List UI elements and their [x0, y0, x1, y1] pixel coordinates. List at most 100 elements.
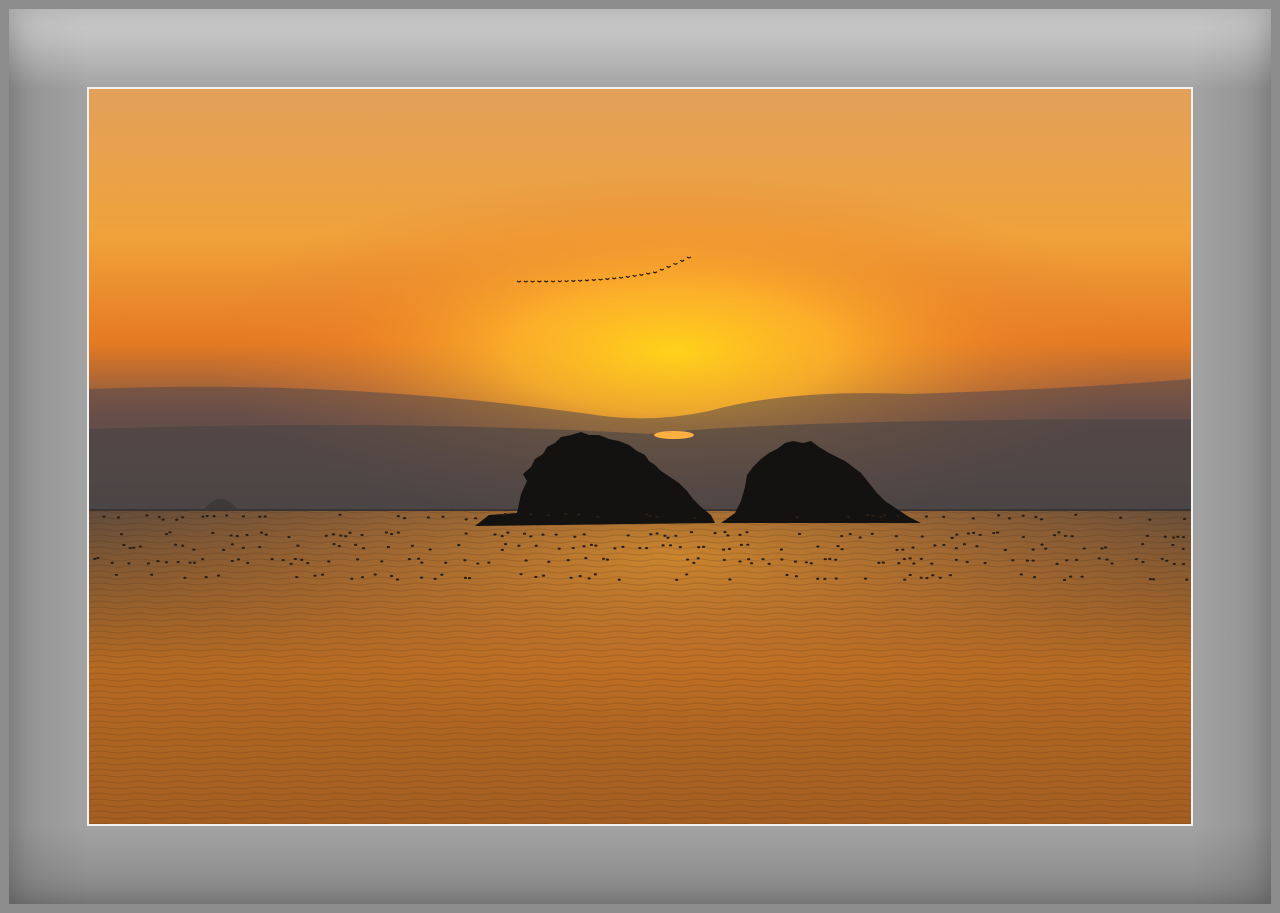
buoy	[566, 559, 570, 562]
buoy	[954, 547, 958, 550]
buoy	[840, 534, 844, 538]
buoy	[517, 544, 521, 547]
buoy	[546, 514, 551, 517]
buoy	[1082, 547, 1086, 550]
buoy	[1185, 578, 1189, 581]
buoy	[655, 515, 660, 518]
buoy	[577, 513, 581, 516]
buoy	[836, 544, 840, 548]
buoy	[793, 560, 798, 563]
buoy	[204, 576, 208, 579]
buoy	[828, 557, 832, 560]
buoy	[674, 534, 678, 537]
buoy	[582, 545, 586, 548]
buoy	[689, 530, 694, 534]
buoy	[722, 558, 726, 561]
buoy	[978, 533, 982, 537]
buoy	[965, 560, 969, 564]
buoy	[564, 512, 568, 516]
buoy	[727, 547, 732, 551]
buoy	[384, 531, 389, 534]
buoy	[293, 557, 298, 561]
buoy	[746, 543, 750, 546]
buoy	[201, 515, 205, 518]
buoy	[908, 557, 912, 560]
buoy	[295, 576, 299, 579]
buoy	[420, 561, 424, 564]
buoy	[258, 515, 262, 518]
buoy	[1182, 517, 1187, 521]
buoy	[594, 544, 598, 547]
buoy	[925, 576, 929, 580]
buoy	[582, 533, 586, 536]
buoy	[487, 561, 491, 564]
buoy	[871, 514, 875, 517]
buoy	[1110, 562, 1114, 565]
buoy	[264, 533, 268, 536]
buoy	[205, 514, 209, 518]
buoy	[877, 561, 881, 564]
buoy	[241, 546, 245, 549]
buoy	[306, 562, 310, 565]
buoy	[881, 561, 885, 564]
buoy	[389, 532, 394, 536]
buoy	[1044, 547, 1048, 550]
buoy	[721, 548, 726, 551]
buoy	[975, 545, 979, 548]
buoy	[1007, 517, 1012, 520]
buoy	[942, 515, 946, 519]
buoy	[96, 556, 100, 560]
buoy	[933, 544, 937, 547]
buoy	[1080, 575, 1084, 578]
buoy	[1062, 578, 1067, 582]
buoy	[738, 560, 742, 563]
buoy	[996, 531, 1000, 534]
buoy	[122, 543, 126, 547]
buoy	[327, 560, 331, 563]
buoy	[230, 559, 234, 563]
buoy	[1119, 516, 1123, 519]
buoy	[230, 543, 234, 546]
buoy	[355, 558, 360, 561]
buoy	[858, 536, 862, 539]
buoy	[954, 558, 958, 561]
buoy	[270, 557, 274, 561]
buoy	[1134, 558, 1138, 561]
buoy	[726, 534, 730, 537]
buoy	[589, 543, 594, 546]
buoy	[1176, 535, 1180, 538]
buoy	[289, 562, 293, 565]
buoy	[132, 546, 136, 549]
buoy	[389, 574, 394, 578]
buoy	[785, 573, 789, 577]
buoy	[948, 574, 952, 577]
buoy	[1011, 559, 1015, 562]
buoy	[846, 515, 851, 518]
buoy	[407, 557, 412, 561]
buoy	[621, 545, 625, 548]
buoy	[644, 513, 649, 516]
buoy	[747, 558, 751, 561]
buoy	[930, 562, 934, 565]
buoy	[138, 545, 142, 548]
buoy	[183, 576, 187, 579]
buoy	[920, 535, 924, 538]
buoy	[638, 546, 642, 550]
buoy	[440, 573, 444, 576]
buoy	[613, 547, 617, 550]
buoy	[1145, 534, 1149, 537]
buoy	[794, 575, 799, 578]
sea-ripples	[89, 509, 1191, 824]
buoy	[313, 574, 317, 577]
buoy	[110, 561, 114, 564]
buoy	[212, 515, 216, 518]
buoy	[441, 515, 445, 518]
buoy	[1100, 547, 1104, 550]
buoy	[241, 515, 246, 518]
buoy	[360, 576, 365, 579]
buoy	[1040, 543, 1044, 546]
buoy	[924, 515, 928, 518]
buoy	[180, 544, 185, 547]
buoy	[175, 518, 179, 521]
buoy	[1003, 548, 1007, 552]
